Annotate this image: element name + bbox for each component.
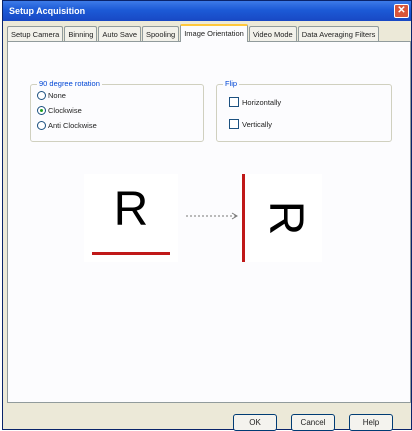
help-button[interactable]: Help xyxy=(349,414,393,431)
tab-binning[interactable]: Binning xyxy=(64,26,98,42)
rotation-none-radio[interactable] xyxy=(37,91,46,100)
rotated-left-marker xyxy=(242,174,245,262)
close-icon[interactable]: ✕ xyxy=(394,4,409,18)
title-bar: Setup Acquisition xyxy=(3,1,411,21)
tab-data-averaging-filters[interactable]: Data Averaging Filters xyxy=(297,26,380,42)
original-bottom-marker xyxy=(92,252,170,255)
flip-vertically-option[interactable]: Vertically xyxy=(229,119,272,129)
tab-spooling[interactable]: Spooling xyxy=(142,26,180,42)
rotation-anticlockwise-radio[interactable] xyxy=(37,121,46,130)
tab-setup-camera[interactable]: Setup Camera xyxy=(7,26,64,42)
rotation-anticlockwise-label: Anti Clockwise xyxy=(48,121,97,130)
rotation-clockwise-label: Clockwise xyxy=(48,106,82,115)
tab-strip: Setup Camera Binning Auto Save Spooling … xyxy=(7,24,411,42)
original-letter: R xyxy=(113,183,149,236)
flip-horizontally-checkbox[interactable] xyxy=(229,97,239,107)
rotation-none-option[interactable]: None xyxy=(37,91,66,100)
setup-acquisition-dialog: Setup Acquisition ✕ Setup Camera Binning… xyxy=(2,0,412,431)
flip-vertically-checkbox[interactable] xyxy=(229,119,239,129)
image-orientation-panel: 90 degree rotation None Clockwise Anti C… xyxy=(7,41,411,403)
flip-horizontally-option[interactable]: Horizontally xyxy=(229,97,281,107)
ok-button[interactable]: OK xyxy=(233,414,277,431)
rotation-group-title: 90 degree rotation xyxy=(37,79,102,88)
original-image-preview: R xyxy=(84,174,178,262)
rotation-none-label: None xyxy=(48,91,66,100)
tab-auto-save[interactable]: Auto Save xyxy=(98,26,141,42)
rotated-image-preview: R xyxy=(240,174,322,262)
flip-horizontally-label: Horizontally xyxy=(242,97,282,107)
flip-vertically-label: Vertically xyxy=(242,119,273,129)
arrow-icon xyxy=(186,212,238,220)
tab-image-orientation[interactable]: Image Orientation xyxy=(180,24,248,42)
rotation-anticlockwise-option[interactable]: Anti Clockwise xyxy=(37,121,97,130)
cancel-button[interactable]: Cancel xyxy=(291,414,335,431)
flip-group-title: Flip xyxy=(223,79,240,88)
rotated-letter: R xyxy=(259,200,312,236)
rotation-clockwise-option[interactable]: Clockwise xyxy=(37,106,82,115)
rotation-group: 90 degree rotation None Clockwise Anti C… xyxy=(30,79,204,142)
tab-video-mode[interactable]: Video Mode xyxy=(248,26,297,42)
window-title: Setup Acquisition xyxy=(9,6,86,16)
flip-group: Flip Horizontally Vertically xyxy=(216,79,392,142)
rotation-clockwise-radio[interactable] xyxy=(37,106,46,115)
